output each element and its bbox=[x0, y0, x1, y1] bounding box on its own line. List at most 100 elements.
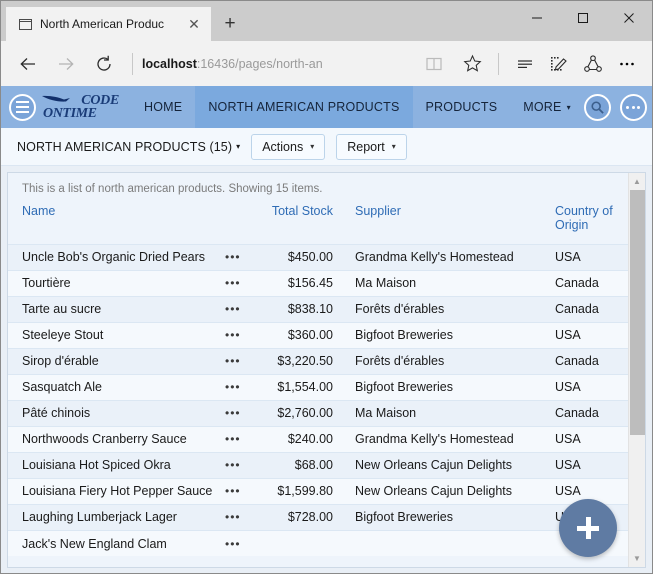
toolbar-divider bbox=[132, 52, 133, 75]
chevron-down-icon: ▾ bbox=[236, 142, 241, 151]
table-row[interactable]: Tarte au sucre ••• $838.10 Forêts d'érables… bbox=[8, 295, 628, 323]
back-arrow-icon[interactable] bbox=[9, 45, 47, 83]
nav-item-north-american-products[interactable]: NORTH AMERICAN PRODUCTS bbox=[195, 86, 413, 128]
row-menu-cell[interactable]: ••• bbox=[223, 373, 255, 401]
scrollbar-thumb[interactable] bbox=[629, 190, 645, 435]
cell-country: USA bbox=[541, 425, 628, 453]
table-row[interactable]: Sirop d'érable ••• $3,220.50 Forêts d'érabl… bbox=[8, 347, 628, 375]
cell-total-stock: $1,599.80 bbox=[255, 477, 341, 505]
cell-country: USA bbox=[541, 373, 628, 401]
table-row[interactable]: Pâté chinois ••• $2,760.00 Ma Maison Canada bbox=[8, 399, 628, 427]
row-menu-cell[interactable]: ••• bbox=[223, 269, 255, 297]
row-menu-cell[interactable]: ••• bbox=[223, 451, 255, 479]
row-menu-cell[interactable]: ••• bbox=[223, 321, 255, 349]
nav-right-actions bbox=[583, 93, 652, 121]
actions-button-label: Actions bbox=[262, 139, 304, 154]
table-row[interactable]: Steeleye Stout ••• $360.00 Bigfoot Brewerie… bbox=[8, 321, 628, 349]
search-icon[interactable] bbox=[583, 93, 611, 121]
forward-arrow-icon[interactable] bbox=[47, 45, 85, 83]
wing-icon bbox=[42, 95, 70, 102]
nav-item-label: HOME bbox=[144, 100, 183, 114]
star-icon[interactable] bbox=[455, 47, 489, 81]
hamburger-icon[interactable] bbox=[9, 93, 36, 121]
view-selector[interactable]: NORTH AMERICAN PRODUCTS (15) ▾ bbox=[17, 140, 240, 154]
cell-name: Sasquatch Ale bbox=[8, 373, 223, 401]
hub-lines-icon[interactable] bbox=[508, 47, 542, 81]
nav-item-home[interactable]: HOME bbox=[131, 86, 195, 128]
cell-name: Louisiana Fiery Hot Pepper Sauce bbox=[8, 477, 223, 505]
cell-name: Jack's New England Clam bbox=[8, 529, 223, 557]
data-card: This is a list of north american product… bbox=[7, 172, 646, 568]
new-tab-button[interactable]: + bbox=[211, 7, 249, 41]
column-header-country-of-origin[interactable]: Country of Origin bbox=[541, 202, 628, 245]
browser-window: North American Produc ✕ + localhost:1643… bbox=[0, 0, 653, 574]
cell-country: Canada bbox=[541, 295, 628, 323]
browser-tab[interactable]: North American Produc ✕ bbox=[6, 7, 211, 41]
row-menu-cell[interactable]: ••• bbox=[223, 477, 255, 505]
list-description: This is a list of north american product… bbox=[8, 173, 628, 202]
logo-ontime-text: ONTIME bbox=[43, 105, 97, 121]
cell-name: Tarte au sucre bbox=[8, 295, 223, 323]
table-row[interactable]: Northwoods Cranberry Sauce ••• $240.00 Gran… bbox=[8, 425, 628, 453]
nav-item-more[interactable]: MORE ▾ bbox=[510, 86, 584, 128]
cell-supplier: Bigfoot Breweries bbox=[341, 321, 541, 349]
cell-country: USA bbox=[541, 451, 628, 479]
chevron-down-icon: ▾ bbox=[391, 142, 396, 151]
actions-button[interactable]: Actions ▾ bbox=[251, 133, 326, 160]
table-row[interactable]: Uncle Bob's Organic Dried Pears ••• $450.0… bbox=[8, 243, 628, 271]
row-menu-cell[interactable]: ••• bbox=[223, 399, 255, 427]
tab-title: North American Produc bbox=[40, 17, 165, 31]
address-bar[interactable]: localhost:16436/pages/north-an bbox=[142, 45, 489, 83]
cell-supplier: Bigfoot Breweries bbox=[341, 503, 541, 531]
table-row[interactable]: Jack's New England Clam ••• bbox=[8, 529, 628, 557]
row-menu-cell[interactable]: ••• bbox=[223, 425, 255, 453]
cell-country: USA bbox=[541, 243, 628, 271]
vertical-scrollbar[interactable]: ▲ ▼ bbox=[628, 173, 645, 567]
window-controls bbox=[514, 1, 652, 35]
cell-name: Louisiana Hot Spiced Okra bbox=[8, 451, 223, 479]
row-menu-cell[interactable]: ••• bbox=[223, 529, 255, 557]
cell-total-stock: $450.00 bbox=[255, 243, 341, 271]
scroll-down-arrow-icon[interactable]: ▼ bbox=[629, 550, 646, 567]
cell-supplier bbox=[341, 529, 541, 557]
table-row[interactable]: Louisiana Fiery Hot Pepper Sauce ••• $1,59… bbox=[8, 477, 628, 505]
row-menu-cell[interactable]: ••• bbox=[223, 503, 255, 531]
cell-total-stock: $240.00 bbox=[255, 425, 341, 453]
cell-name: Steeleye Stout bbox=[8, 321, 223, 349]
row-menu-cell[interactable]: ••• bbox=[223, 295, 255, 323]
close-window-icon[interactable] bbox=[606, 1, 652, 34]
column-header-supplier[interactable]: Supplier bbox=[341, 202, 541, 245]
ellipsis-icon[interactable] bbox=[610, 47, 644, 81]
app-logo[interactable]: CODE ONTIME bbox=[42, 93, 121, 121]
row-menu-cell[interactable]: ••• bbox=[223, 243, 255, 271]
table-row[interactable]: Sasquatch Ale ••• $1,554.00 Bigfoot Breweri… bbox=[8, 373, 628, 401]
column-header-name[interactable]: Name bbox=[8, 202, 223, 245]
add-new-record-button[interactable] bbox=[559, 499, 617, 557]
cell-total-stock: $2,760.00 bbox=[255, 399, 341, 427]
table-row[interactable]: Laughing Lumberjack Lager ••• $728.00 Bigfo… bbox=[8, 503, 628, 531]
close-tab-icon[interactable]: ✕ bbox=[183, 13, 205, 35]
web-note-icon[interactable] bbox=[542, 47, 576, 81]
app-navbar: CODE ONTIME HOME NORTH AMERICAN PRODUCTS… bbox=[1, 86, 652, 128]
header-row: Name Total Stock Supplier Country of Ori… bbox=[8, 202, 628, 245]
nav-more-icon[interactable] bbox=[619, 93, 647, 121]
refresh-icon[interactable] bbox=[85, 45, 123, 83]
table-row[interactable]: Louisiana Hot Spiced Okra ••• $68.00 New Or… bbox=[8, 451, 628, 479]
report-button[interactable]: Report ▾ bbox=[336, 133, 407, 160]
row-menu-cell[interactable]: ••• bbox=[223, 347, 255, 375]
share-icon[interactable] bbox=[576, 47, 610, 81]
table-row[interactable]: Tourtière ••• $156.45 Ma Maison Canada bbox=[8, 269, 628, 297]
scroll-up-arrow-icon[interactable]: ▲ bbox=[629, 173, 646, 190]
cell-supplier: Forêts d'érables bbox=[341, 347, 541, 375]
maximize-icon[interactable] bbox=[560, 1, 606, 34]
cell-total-stock: $3,220.50 bbox=[255, 347, 341, 375]
scrollbar-track[interactable] bbox=[629, 190, 646, 550]
column-header-total-stock[interactable]: Total Stock bbox=[255, 202, 341, 245]
title-bar: North American Produc ✕ + bbox=[1, 1, 652, 41]
book-icon[interactable] bbox=[417, 47, 451, 81]
nav-item-products[interactable]: PRODUCTS bbox=[413, 86, 511, 128]
cell-supplier: Ma Maison bbox=[341, 399, 541, 427]
cell-supplier: New Orleans Cajun Delights bbox=[341, 477, 541, 505]
table-header: Name Total Stock Supplier Country of Ori… bbox=[8, 202, 628, 245]
minimize-icon[interactable] bbox=[514, 1, 560, 34]
